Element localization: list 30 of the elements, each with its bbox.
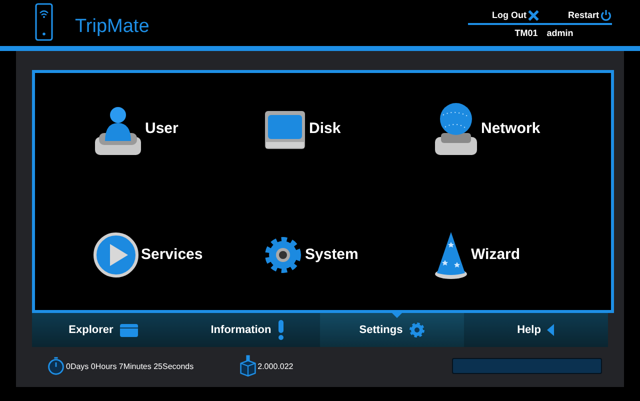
nav-tab[interactable]: Help [464, 313, 608, 347]
wizard-hat-icon [433, 230, 469, 280]
uptime-text: 0Days 0Hours 7Minutes 25Seconds [66, 362, 194, 370]
globe-icon [433, 100, 479, 156]
device-name: TM01 [514, 28, 538, 38]
folder-icon [119, 322, 140, 338]
version-text: 2.000.022 [258, 362, 294, 370]
close-icon [528, 10, 538, 20]
nav-tab[interactable]: Explorer [32, 313, 176, 347]
power-icon [600, 9, 612, 21]
nav-tab[interactable]: Information [176, 313, 320, 347]
exclamation-icon [277, 320, 286, 340]
package-icon [238, 355, 257, 377]
gear-icon [408, 322, 425, 338]
menu-tile[interactable]: Disk [263, 100, 433, 156]
menu-tile[interactable]: Wizard [433, 226, 603, 282]
stopwatch-icon [47, 357, 65, 375]
gear-icon [263, 234, 303, 274]
play-icon [93, 232, 139, 278]
menu-tile[interactable]: User [93, 100, 263, 156]
menu-tile[interactable]: System [263, 226, 433, 282]
app-title: TripMate [75, 16, 150, 38]
user-name: admin [546, 28, 574, 38]
menu-tile[interactable]: Services [93, 226, 263, 282]
logout-button[interactable]: Log Out [492, 9, 538, 21]
menu-tile[interactable]: Network [433, 100, 603, 156]
phone-icon [35, 3, 53, 41]
nav-tab[interactable]: Settings [320, 313, 464, 347]
restart-button[interactable]: Restart [568, 9, 612, 21]
left-arrow-icon [546, 324, 555, 336]
